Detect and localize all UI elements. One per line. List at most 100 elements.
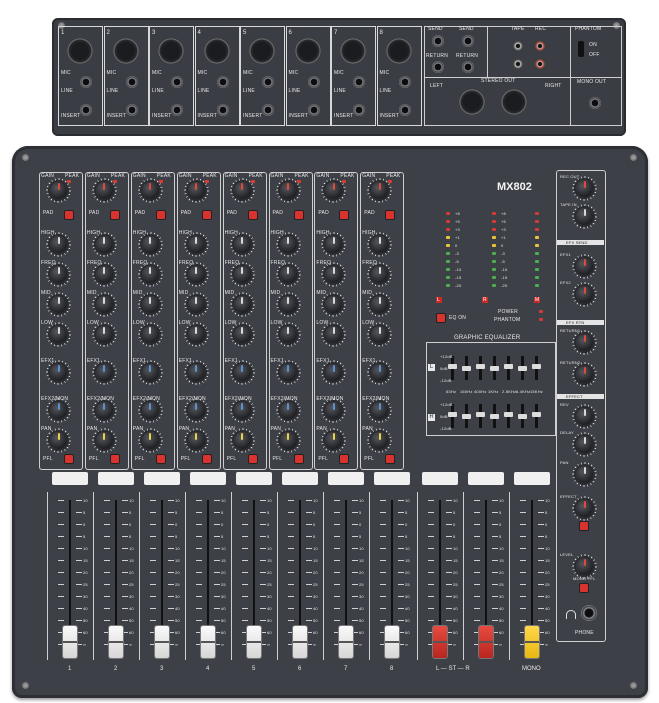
pad-button[interactable] <box>65 211 73 219</box>
low-eq-knob[interactable] <box>187 326 205 343</box>
high-eq-knob[interactable] <box>141 236 159 253</box>
mid-eq-knob[interactable] <box>279 296 297 313</box>
pfl-button[interactable] <box>386 455 395 463</box>
line-input-jack[interactable] <box>125 76 138 88</box>
mid-eq-knob[interactable] <box>233 296 251 313</box>
efx2-mon-knob[interactable] <box>233 402 251 419</box>
effect-pfl-button[interactable] <box>580 522 588 530</box>
mic-xlr-input[interactable] <box>294 38 321 64</box>
pad-button[interactable] <box>110 211 119 219</box>
insert-jack[interactable] <box>398 104 411 116</box>
line-input-jack[interactable] <box>307 76 320 88</box>
channel-name-strip[interactable] <box>328 472 364 485</box>
channel-name-strip[interactable] <box>98 472 134 485</box>
pan-knob[interactable] <box>141 432 159 449</box>
low-eq-knob[interactable] <box>95 326 113 343</box>
eq-slider-left[interactable] <box>518 366 527 371</box>
eq-slider-right[interactable] <box>490 414 499 419</box>
pad-button[interactable] <box>294 211 303 219</box>
pfl-button[interactable] <box>156 455 165 463</box>
mid-eq-knob[interactable] <box>187 296 205 313</box>
line-input-jack[interactable] <box>353 76 365 88</box>
pan-knob[interactable] <box>95 432 113 449</box>
eq-slider-left[interactable] <box>532 364 541 369</box>
gain-knob[interactable] <box>279 182 297 199</box>
efx1-knob[interactable] <box>50 364 67 381</box>
mono-pfl-button[interactable] <box>580 584 588 592</box>
channel-fader[interactable] <box>293 626 307 658</box>
gain-knob[interactable] <box>187 182 205 199</box>
pfl-button[interactable] <box>294 455 303 463</box>
pan-knob[interactable] <box>50 432 67 449</box>
pfl-button[interactable] <box>202 455 211 463</box>
channel-fader[interactable] <box>339 626 353 658</box>
insert-jack[interactable] <box>353 104 365 116</box>
freq-knob[interactable] <box>95 266 113 283</box>
freq-knob[interactable] <box>233 266 251 283</box>
gain-knob[interactable] <box>233 182 251 199</box>
channel-fader[interactable] <box>479 626 493 658</box>
eq-on-button[interactable] <box>437 314 445 322</box>
channel-name-strip[interactable] <box>144 472 180 485</box>
high-eq-knob[interactable] <box>187 236 205 253</box>
channel-name-strip[interactable] <box>422 472 458 485</box>
channel-name-strip[interactable] <box>468 472 504 485</box>
efx2-mon-knob[interactable] <box>50 402 67 419</box>
efx1-knob[interactable] <box>141 364 159 381</box>
gain-knob[interactable] <box>50 182 67 199</box>
insert-jack[interactable] <box>262 104 274 116</box>
efx1-knob[interactable] <box>187 364 205 381</box>
pan-knob[interactable] <box>233 432 251 449</box>
pan-knob[interactable] <box>187 432 205 449</box>
line-input-jack[interactable] <box>398 76 411 88</box>
pfl-button[interactable] <box>248 455 257 463</box>
pad-button[interactable] <box>202 211 211 219</box>
channel-fader[interactable] <box>247 626 261 658</box>
eq-slider-right[interactable] <box>462 414 471 419</box>
pfl-button[interactable] <box>340 455 349 463</box>
mic-xlr-input[interactable] <box>67 38 93 64</box>
freq-knob[interactable] <box>50 266 67 283</box>
pan-knob[interactable] <box>279 432 297 449</box>
eq-slider-right[interactable] <box>504 412 513 417</box>
channel-fader[interactable] <box>109 626 123 658</box>
pfl-button[interactable] <box>65 455 73 463</box>
channel-fader[interactable] <box>201 626 215 658</box>
eq-slider-right[interactable] <box>532 412 541 417</box>
channel-fader[interactable] <box>155 626 169 658</box>
line-input-jack[interactable] <box>262 76 274 88</box>
eq-slider-right[interactable] <box>448 412 457 417</box>
line-input-jack[interactable] <box>216 76 229 88</box>
freq-knob[interactable] <box>279 266 297 283</box>
gain-knob[interactable] <box>95 182 113 199</box>
mic-xlr-input[interactable] <box>112 38 139 64</box>
eq-slider-right[interactable] <box>476 412 485 417</box>
line-input-jack[interactable] <box>171 76 183 88</box>
high-eq-knob[interactable] <box>233 236 251 253</box>
line-input-jack[interactable] <box>80 76 92 88</box>
pfl-button[interactable] <box>110 455 119 463</box>
efx1-knob[interactable] <box>95 364 113 381</box>
low-eq-knob[interactable] <box>50 326 67 343</box>
low-eq-knob[interactable] <box>233 326 251 343</box>
mid-eq-knob[interactable] <box>50 296 67 313</box>
channel-name-strip[interactable] <box>236 472 272 485</box>
channel-fader[interactable] <box>63 626 77 658</box>
insert-jack[interactable] <box>171 104 183 116</box>
insert-jack[interactable] <box>125 104 138 116</box>
mic-xlr-input[interactable] <box>249 38 275 64</box>
eq-slider-left[interactable] <box>448 364 457 369</box>
efx2-mon-knob[interactable] <box>187 402 205 419</box>
insert-jack[interactable] <box>80 104 92 116</box>
pad-button[interactable] <box>386 211 395 219</box>
insert-jack[interactable] <box>216 104 229 116</box>
gain-knob[interactable] <box>141 182 159 199</box>
low-eq-knob[interactable] <box>279 326 297 343</box>
high-eq-knob[interactable] <box>279 236 297 253</box>
eq-slider-right[interactable] <box>518 414 527 419</box>
insert-jack[interactable] <box>307 104 320 116</box>
channel-name-strip[interactable] <box>190 472 226 485</box>
eq-slider-left[interactable] <box>490 366 499 371</box>
mic-xlr-input[interactable] <box>340 38 366 64</box>
mic-xlr-input[interactable] <box>203 38 230 64</box>
